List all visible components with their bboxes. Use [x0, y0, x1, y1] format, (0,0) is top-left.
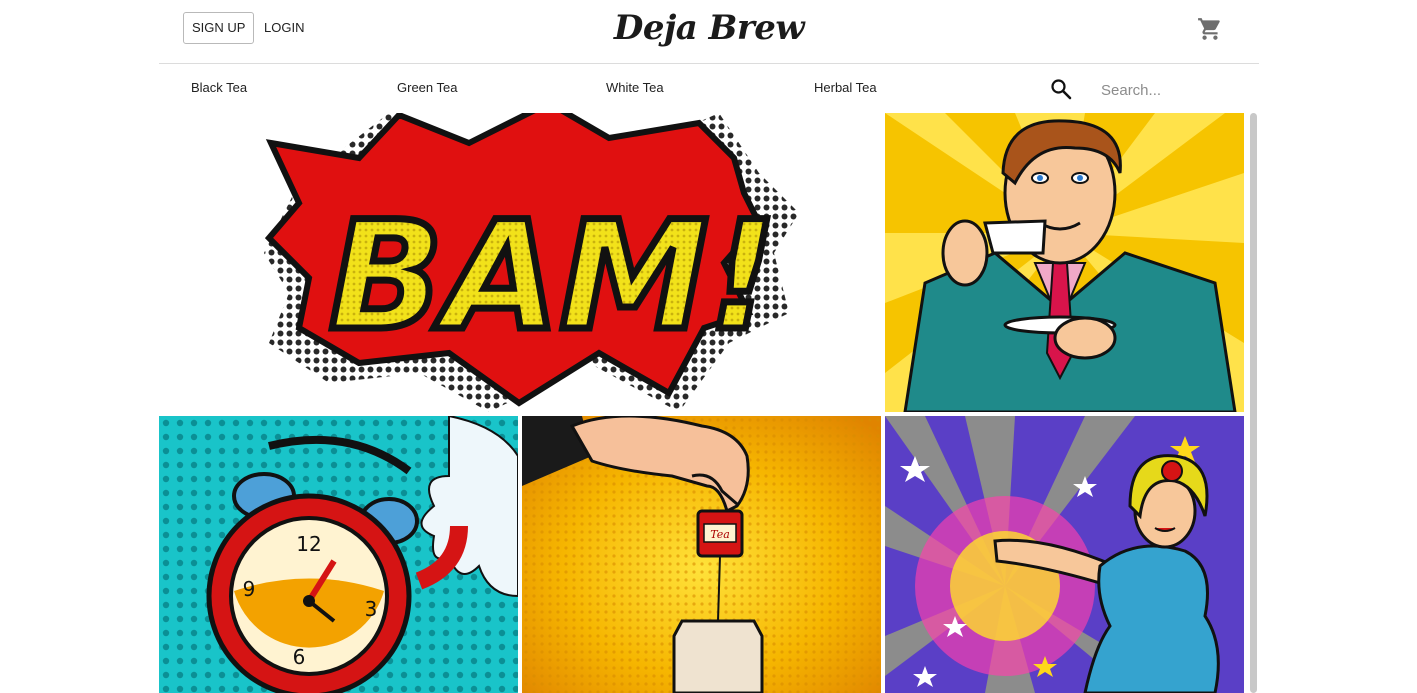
clock-number-3: 3	[365, 597, 378, 621]
site-header: SIGN UP LOGIN Deja Brew	[159, 0, 1259, 64]
nav-item-white-tea[interactable]: White Tea	[606, 80, 664, 95]
nav-item-herbal-tea[interactable]: Herbal Tea	[814, 80, 877, 95]
page-container: SIGN UP LOGIN Deja Brew Black Tea Green …	[159, 0, 1259, 112]
teapot-clock-tile[interactable]: 12 3 6 9	[159, 416, 518, 693]
nav-item-green-tea[interactable]: Green Tea	[397, 80, 457, 95]
clock-number-6: 6	[293, 645, 306, 669]
teabag-tag-text: Tea	[710, 528, 730, 541]
search-input[interactable]	[1099, 77, 1253, 103]
category-nav: Black Tea Green Tea White Tea Herbal Tea	[159, 64, 1259, 112]
page-scrollbar[interactable]	[1250, 113, 1257, 693]
shopping-cart-icon[interactable]	[1197, 16, 1223, 42]
bam-text: BAM!	[329, 190, 777, 364]
search-icon[interactable]	[1049, 77, 1073, 101]
brand-logo[interactable]: Deja Brew	[159, 8, 1259, 48]
pinup-woman-tile[interactable]	[885, 416, 1244, 693]
teabag-hand-tile[interactable]: Tea	[522, 416, 881, 693]
clock-number-12: 12	[296, 532, 321, 556]
bam-comic-tile[interactable]: BAM!	[159, 113, 881, 412]
nav-item-black-tea[interactable]: Black Tea	[191, 80, 247, 95]
brand-title: Deja Brew	[613, 8, 805, 48]
tea-gentleman-tile[interactable]	[885, 113, 1244, 412]
clock-number-9: 9	[243, 577, 256, 601]
